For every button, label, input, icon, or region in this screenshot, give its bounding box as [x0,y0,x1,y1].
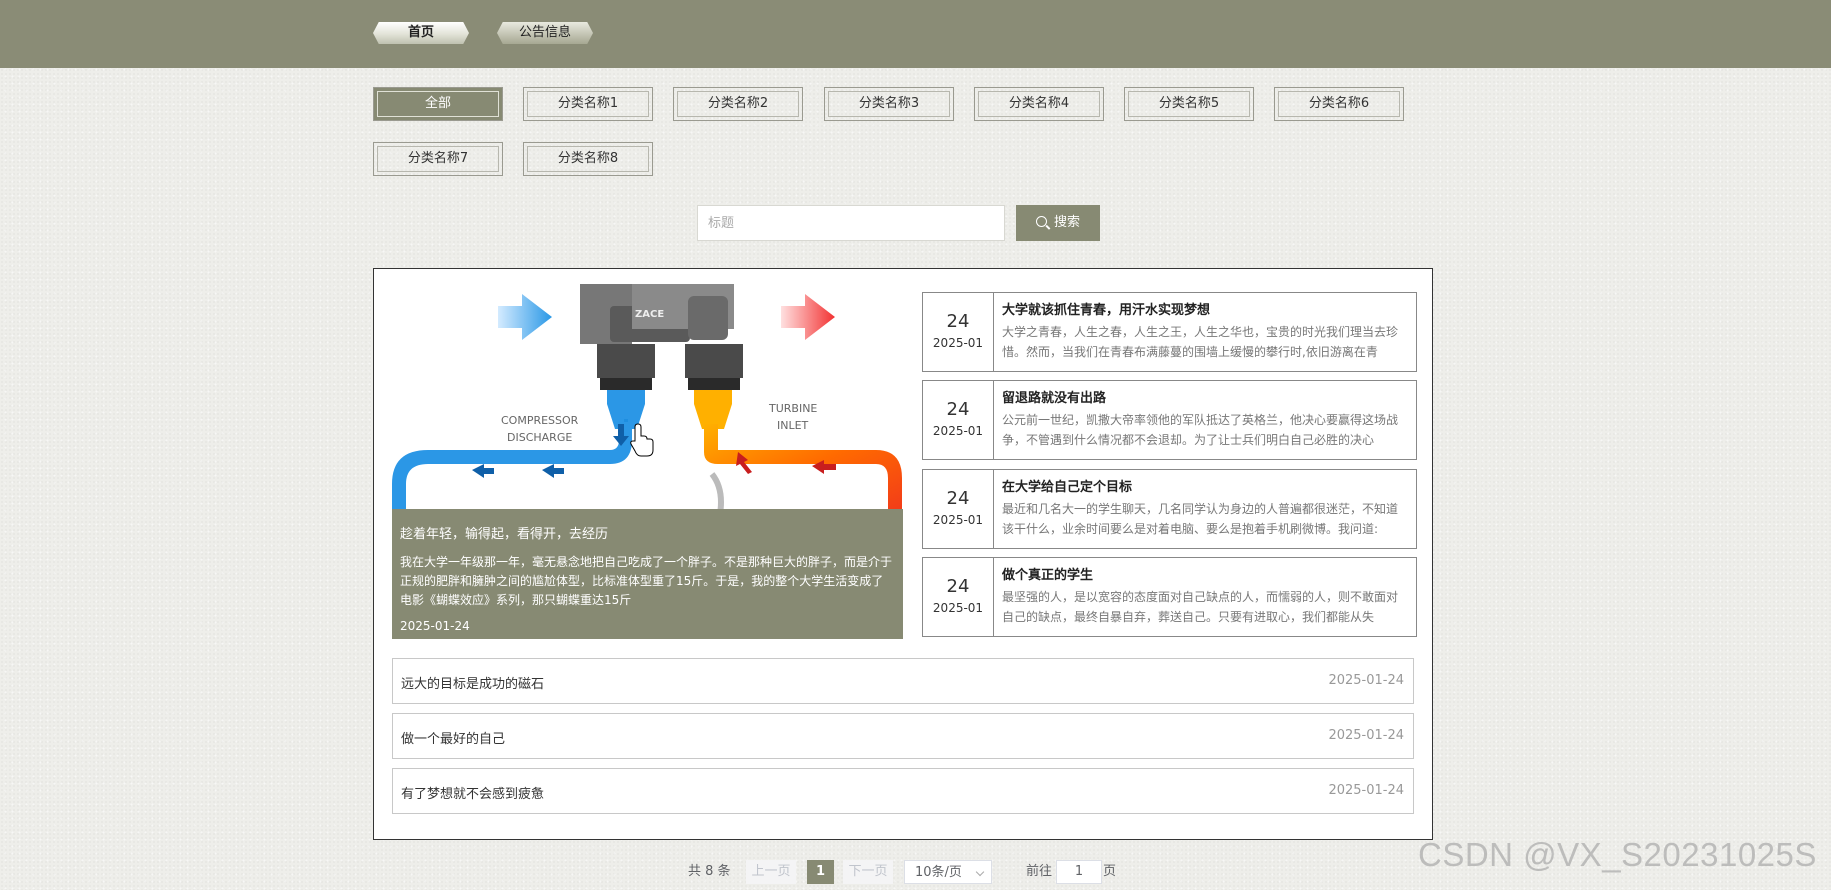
list-item-date: 2025-01-24 [1328,673,1404,688]
search-button[interactable]: 搜索 [1016,205,1100,241]
list-item-title: 做一个最好的自己 [401,732,506,747]
news-day: 24 [946,311,970,332]
category-4[interactable]: 分类名称4 [974,87,1104,121]
pager-total: 共 8 条 [688,864,731,879]
category-3[interactable]: 分类名称3 [824,87,954,121]
news-date-box: 24 2025-01 [923,470,994,548]
image-label-turbine: TURBINE [768,402,817,415]
category-all[interactable]: 全部 [373,87,503,121]
news-date-box: 24 2025-01 [923,558,994,636]
pager-page-1[interactable]: 1 [807,860,834,884]
list-item-date: 2025-01-24 [1328,783,1404,798]
news-day: 24 [946,488,970,509]
search-input[interactable] [697,205,1005,241]
content-panel: ZACE COMPRESSOR DISCHARGE TURBINE INLET [373,268,1433,840]
news-title: 留退路就没有出路 [1002,391,1107,406]
category-6[interactable]: 分类名称6 [1274,87,1404,121]
category-2[interactable]: 分类名称2 [673,87,803,121]
news-desc: 公元前一世纪，凯撒大帝率领他的军队抵达了英格兰，他决心要赢得这场战争，不管遇到什… [1002,413,1399,447]
pager-size-select[interactable]: 10条/页 [904,860,992,884]
news-year-month: 2025-01 [932,601,984,615]
featured-caption: 趁着年轻，输得起，看得开，去经历 我在大学一年级那一年，毫无悬念地把自己吃成了一… [392,509,903,639]
news-item[interactable]: 24 2025-01 做个真正的学生 最坚强的人，是以宽容的态度面对自己缺点的人… [922,557,1417,637]
pager-prev-button[interactable]: 上一页 [746,860,796,884]
news-title: 在大学给自己定个目标 [1002,480,1133,495]
news-title: 做个真正的学生 [1002,568,1094,583]
list-item-date: 2025-01-24 [1328,728,1404,743]
featured-title: 趁着年轻，输得起，看得开，去经历 [400,527,609,542]
news-day: 24 [946,576,970,597]
featured-date: 2025-01-24 [400,619,470,633]
featured-article[interactable]: ZACE COMPRESSOR DISCHARGE TURBINE INLET [392,284,903,639]
category-5[interactable]: 分类名称5 [1124,87,1254,121]
search-button-label: 搜索 [1053,215,1080,230]
image-logo-text: ZACE [635,309,664,320]
news-day: 24 [946,399,970,420]
image-label-inlet: INLET [777,419,809,432]
news-title: 大学就该抓住青春，用汗水实现梦想 [1002,303,1211,318]
pager-unit-label: 页 [1103,864,1117,879]
pager-goto-input[interactable] [1056,860,1102,884]
category-8[interactable]: 分类名称8 [523,142,653,176]
image-label-discharge: DISCHARGE [507,431,572,444]
pager-next-button[interactable]: 下一页 [843,860,893,884]
watermark: CSDN @VX_S20231025S [1418,836,1817,873]
chevron-down-icon [975,867,985,877]
news-date-box: 24 2025-01 [923,293,994,371]
news-desc: 最近和几名大一的学生聊天，几名同学认为身边的人普遍都很迷茫，不知道该干什么，业余… [1002,502,1399,536]
list-item[interactable]: 远大的目标是成功的磁石 2025-01-24 [392,658,1414,704]
list-item[interactable]: 有了梦想就不会感到疲惫 2025-01-24 [392,768,1414,814]
pager-goto-label: 前往 [1026,864,1053,879]
turbo-diagram-image: ZACE COMPRESSOR DISCHARGE TURBINE INLET [392,284,902,514]
featured-desc: 我在大学一年级那一年，毫无悬念地把自己吃成了一个胖子。不是那种巨大的胖子，而是介… [400,555,893,607]
list-item[interactable]: 做一个最好的自己 2025-01-24 [392,713,1414,759]
list-item-title: 远大的目标是成功的磁石 [401,677,545,692]
news-year-month: 2025-01 [932,336,984,350]
news-desc: 最坚强的人，是以宽容的态度面对自己缺点的人，而懦弱的人，则不敢面对自己的缺点，最… [1002,590,1399,624]
news-item[interactable]: 24 2025-01 大学就该抓住青春，用汗水实现梦想 大学之青春，人生之春，人… [922,292,1417,372]
news-year-month: 2025-01 [932,424,984,438]
category-1[interactable]: 分类名称1 [523,87,653,121]
news-desc: 大学之青春，人生之春，人生之王，人生之华也，宝贵的时光我们理当去珍惜。然而，当我… [1002,325,1399,359]
news-item[interactable]: 24 2025-01 在大学给自己定个目标 最近和几名大一的学生聊天，几名同学认… [922,469,1417,549]
top-nav-bar: 首页 公告信息 [0,0,1831,68]
search-icon [1035,216,1047,227]
list-item-title: 有了梦想就不会感到疲惫 [401,787,545,802]
news-date-box: 24 2025-01 [923,381,994,459]
news-year-month: 2025-01 [932,513,984,527]
news-item[interactable]: 24 2025-01 留退路就没有出路 公元前一世纪，凯撒大帝率领他的军队抵达了… [922,380,1417,460]
category-7[interactable]: 分类名称7 [373,142,503,176]
nav-notice[interactable]: 公告信息 [497,22,593,44]
pager-size-label: 10条/页 [915,865,962,880]
nav-home[interactable]: 首页 [373,22,469,44]
image-label-compressor: COMPRESSOR [501,414,579,427]
